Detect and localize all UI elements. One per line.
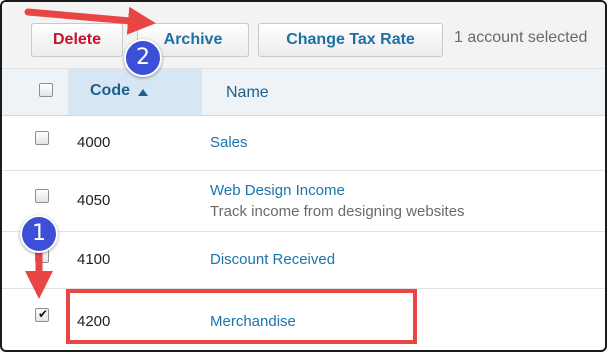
- annotation-arrows: [24, 6, 156, 299]
- step-2-badge: 2: [124, 39, 162, 77]
- step-1-badge: 1: [20, 215, 58, 253]
- screenshot-frame: Delete Archive Change Tax Rate 1 account…: [0, 0, 607, 352]
- arrow-to-archive-icon: [24, 6, 156, 35]
